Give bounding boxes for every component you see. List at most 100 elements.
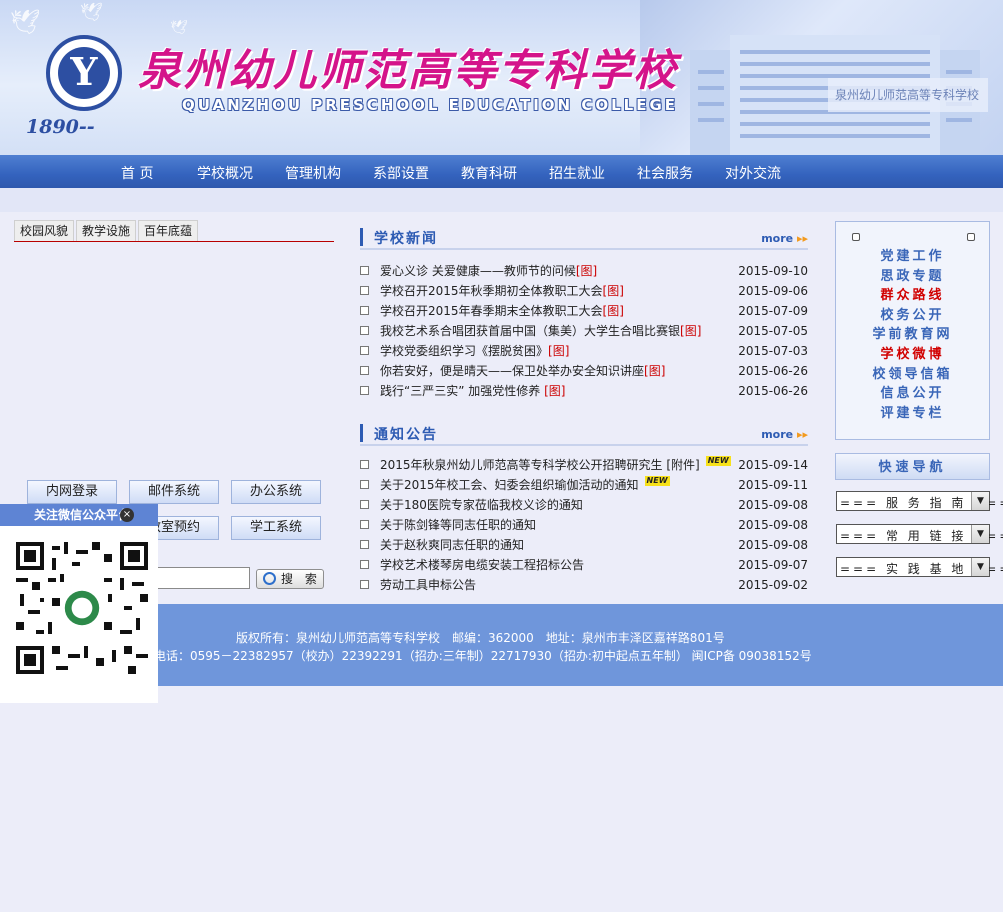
tab-heritage[interactable]: 百年底蕴 — [138, 220, 199, 241]
item-date: 2015-07-03 — [738, 344, 808, 358]
list-item[interactable]: 劳动工具申标公告 2015-09-02 — [360, 575, 808, 595]
intranet-login-button[interactable]: 内网登录 — [27, 480, 117, 504]
item-date: 2015-06-26 — [738, 384, 808, 398]
notices-more-link[interactable]: more ▸▸ — [761, 428, 808, 441]
item-title[interactable]: 学校艺术楼琴房电缆安装工程招标公告 — [380, 556, 584, 573]
building-sign: 泉州幼儿师范高等专科学校 — [835, 88, 980, 102]
chevron-down-icon: ▼ — [971, 492, 989, 510]
quick-link[interactable]: 校领导信箱 — [836, 363, 989, 382]
list-item[interactable]: 我校艺术系合唱团获首届中国（集美）大学生合唱比赛银[图] 2015-07-05 — [360, 321, 808, 341]
school-name-cn: 泉州幼儿师范高等专科学校 — [138, 46, 678, 96]
nav-social-service[interactable]: 社会服务 — [637, 163, 693, 183]
quick-link[interactable]: 信息公开 — [836, 382, 989, 401]
bullet-icon — [360, 500, 369, 509]
item-date: 2015-09-08 — [738, 498, 808, 512]
bullet-icon — [360, 266, 369, 275]
bullet-icon — [360, 480, 369, 489]
close-icon[interactable]: × — [120, 508, 134, 522]
section-bar — [360, 424, 363, 442]
bullet-icon — [360, 286, 369, 295]
quick-link[interactable]: 思政专题 — [836, 265, 989, 284]
quick-link[interactable]: 学前教育网 — [836, 323, 989, 342]
list-item[interactable]: 学校艺术楼琴房电缆安装工程招标公告 2015-09-07 — [360, 555, 808, 575]
item-title[interactable]: 学校党委组织学习《摆脱贫困》[图] — [380, 342, 569, 359]
bullet-icon — [360, 346, 369, 355]
nav-subbar — [0, 188, 1003, 212]
tab-facilities[interactable]: 教学设施 — [76, 220, 137, 241]
item-title[interactable]: 我校艺术系合唱团获首届中国（集美）大学生合唱比赛银[图] — [380, 322, 701, 339]
item-title[interactable]: 爱心义诊 关爱健康——教师节的问候[图] — [380, 262, 597, 279]
search-input[interactable] — [150, 567, 250, 589]
quick-link[interactable]: 群众路线 — [836, 284, 989, 303]
tab-campus-scenery[interactable]: 校园风貌 — [14, 220, 75, 241]
bullet-icon — [360, 386, 369, 395]
quick-link[interactable]: 学校微博 — [836, 343, 989, 362]
chevron-down-icon: ▼ — [971, 558, 989, 576]
office-system-button[interactable]: 办公系统 — [231, 480, 321, 504]
item-date: 2015-09-08 — [738, 538, 808, 552]
footer-copyright: 版权所有：泉州幼儿师范高等专科学校 邮编：362000 地址：泉州市丰泽区嘉祥路… — [236, 631, 725, 645]
quick-link[interactable]: 党建工作 — [836, 245, 989, 264]
item-date: 2015-09-02 — [738, 578, 808, 592]
image-tag: [图] — [575, 264, 598, 278]
list-item[interactable]: 2015年秋泉州幼儿师范高等专科学校公开招聘研究生 [附件] NEW 2015-09… — [360, 455, 808, 475]
bullet-icon — [360, 540, 369, 549]
wechat-float-panel: 关注微信公众平台 × — [0, 504, 158, 703]
list-item[interactable]: 践行“三严三实” 加强党性修养 [图] 2015-06-26 — [360, 381, 808, 401]
item-title[interactable]: 你若安好，便是晴天——保卫处举办安全知识讲座[图] — [380, 362, 665, 379]
section-bar — [360, 228, 363, 246]
school-logo — [46, 35, 122, 111]
school-name-en: QUANZHOU PRESCHOOL EDUCATION COLLEGE — [182, 96, 679, 114]
nav-research[interactable]: 教育科研 — [461, 163, 517, 183]
item-title[interactable]: 2015年秋泉州幼儿师范高等专科学校公开招聘研究生 [附件] NEW — [380, 456, 731, 473]
item-title[interactable]: 关于陈剑锋等同志任职的通知 — [380, 516, 536, 533]
student-affairs-button[interactable]: 学工系统 — [231, 516, 321, 540]
list-item[interactable]: 学校党委组织学习《摆脱贫困》[图] 2015-07-03 — [360, 341, 808, 361]
practice-base-select[interactable]: === 实 践 基 地 === ▼ — [836, 557, 1003, 577]
item-title[interactable]: 关于赵秋爽同志任职的通知 — [380, 536, 524, 553]
list-item[interactable]: 关于180医院专家莅临我校义诊的通知 2015-09-08 — [360, 495, 808, 515]
item-title[interactable]: 学校召开2015年春季期末全体教职工大会[图] — [380, 302, 624, 319]
nav-home[interactable]: 首 页 — [121, 163, 153, 183]
item-title[interactable]: 关于2015年校工会、妇委会组织瑜伽活动的通知 NEW — [380, 476, 670, 493]
bullet-icon — [360, 520, 369, 529]
image-tag: [图] — [544, 384, 566, 398]
wechat-title: 关注微信公众平台 — [0, 504, 158, 526]
image-tag: [图] — [548, 344, 570, 358]
nav-departments[interactable]: 系部设置 — [373, 163, 429, 183]
image-tag: [图] — [680, 324, 702, 338]
item-title[interactable]: 学校召开2015年秋季期初全体教职工大会[图] — [380, 282, 624, 299]
nav-exchange[interactable]: 对外交流 — [725, 163, 781, 183]
logo-emblem-icon — [58, 47, 110, 99]
bullet-icon — [360, 560, 369, 569]
mail-system-button[interactable]: 邮件系统 — [129, 480, 219, 504]
bullet-icon — [360, 580, 369, 589]
item-title[interactable]: 践行“三严三实” 加强党性修养 [图] — [380, 382, 565, 399]
list-item[interactable]: 你若安好，便是晴天——保卫处举办安全知识讲座[图] 2015-06-26 — [360, 361, 808, 381]
item-date: 2015-09-07 — [738, 558, 808, 572]
search-button[interactable]: 搜 索 — [256, 569, 324, 589]
list-item[interactable]: 关于陈剑锋等同志任职的通知 2015-09-08 — [360, 515, 808, 535]
nav-admission[interactable]: 招生就业 — [549, 163, 605, 183]
new-badge: NEW — [705, 456, 731, 466]
service-guide-select[interactable]: === 服 务 指 南 === ▼ — [836, 491, 1003, 511]
list-item[interactable]: 爱心义诊 关爱健康——教师节的问候[图] 2015-09-10 — [360, 261, 808, 281]
item-date: 2015-09-11 — [738, 478, 808, 492]
dove-icon: 🕊 — [80, 2, 103, 23]
news-header: 学校新闻 more ▸▸ — [360, 226, 808, 250]
news-more-link[interactable]: more ▸▸ — [761, 232, 808, 245]
quick-link[interactable]: 评建专栏 — [836, 402, 989, 421]
item-title[interactable]: 关于180医院专家莅临我校义诊的通知 — [380, 496, 583, 513]
list-item[interactable]: 关于赵秋爽同志任职的通知 2015-09-08 — [360, 535, 808, 555]
item-date: 2015-09-10 — [738, 264, 808, 278]
item-title[interactable]: 劳动工具申标公告 — [380, 576, 476, 593]
corner-dot-icon — [852, 233, 860, 241]
list-item[interactable]: 学校召开2015年春季期末全体教职工大会[图] 2015-07-09 — [360, 301, 808, 321]
common-links-select[interactable]: === 常 用 链 接 === ▼ — [836, 524, 1003, 544]
list-item[interactable]: 关于2015年校工会、妇委会组织瑜伽活动的通知 NEW 2015-09-11 — [360, 475, 808, 495]
wechat-qr-code — [16, 542, 148, 674]
nav-management[interactable]: 管理机构 — [285, 163, 341, 183]
list-item[interactable]: 学校召开2015年秋季期初全体教职工大会[图] 2015-09-06 — [360, 281, 808, 301]
quick-link[interactable]: 校务公开 — [836, 304, 989, 323]
nav-about[interactable]: 学校概况 — [197, 163, 253, 183]
